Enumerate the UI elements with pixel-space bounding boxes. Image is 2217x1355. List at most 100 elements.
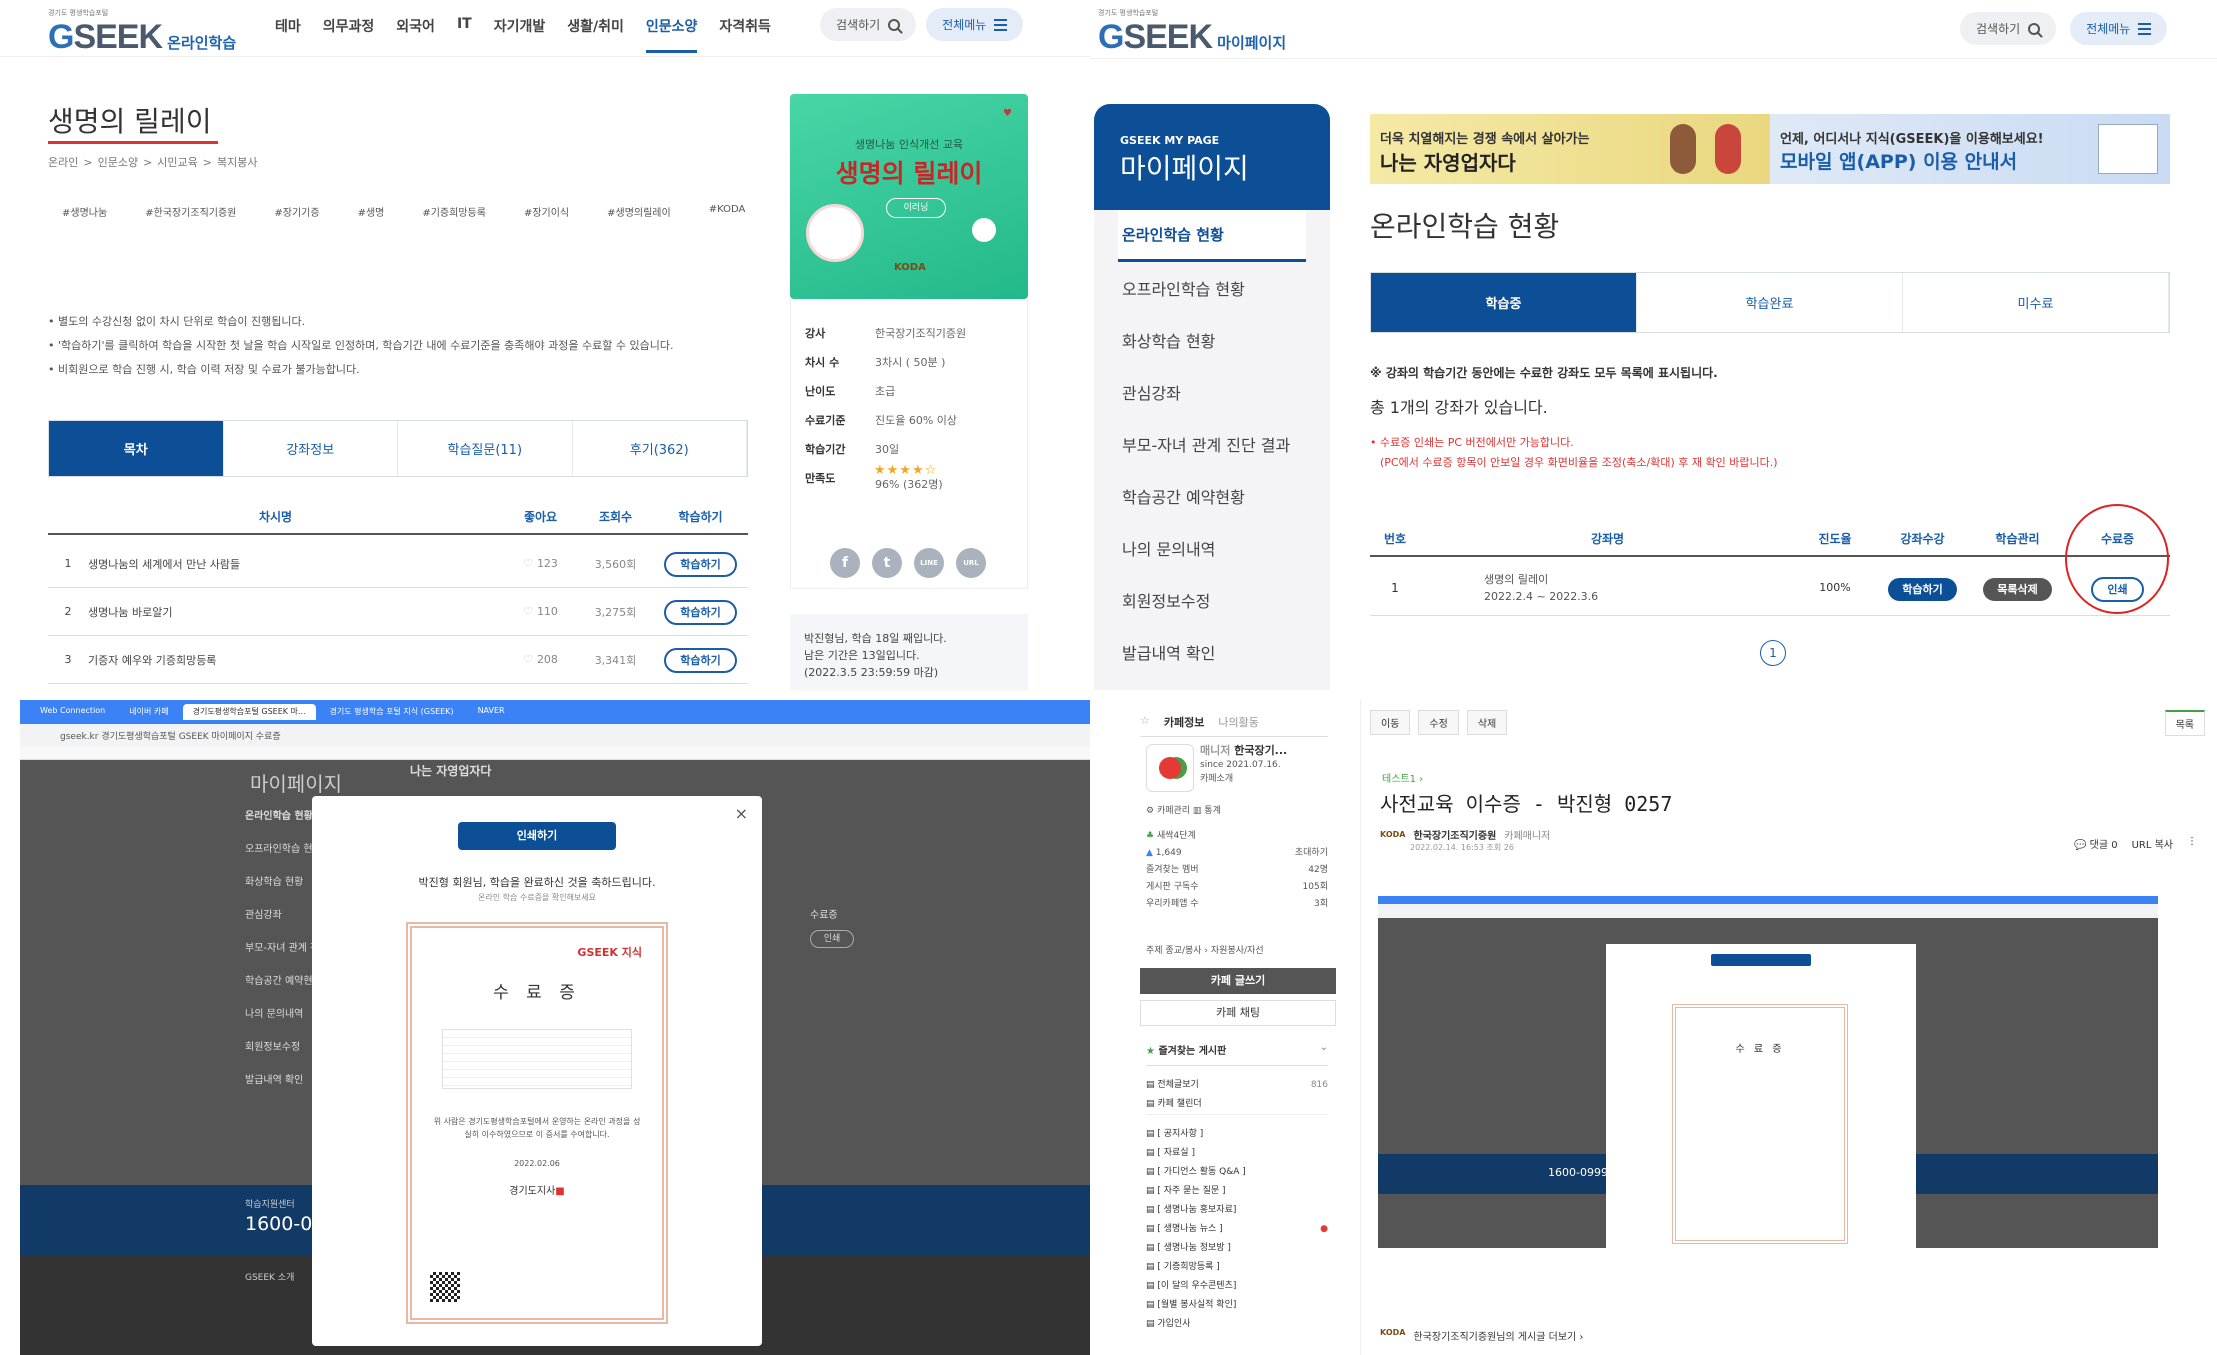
post-action-button[interactable]: 이동 — [1370, 710, 1411, 735]
print-button[interactable]: 인쇄하기 — [458, 822, 616, 850]
logo[interactable]: 경기도 평생학습포털 GSEEK 온라인학습 — [48, 8, 236, 57]
board-menu-item[interactable]: ▤ 전체글보기 816 — [1146, 1076, 1328, 1095]
logo[interactable]: 경기도 평생학습포털 GSEEK 마이페이지 — [1098, 8, 1286, 57]
side-menu-item[interactable]: 나의 문의내역 — [1094, 522, 1330, 574]
lesson-name[interactable]: 생명나눔 바로알기 — [88, 604, 503, 620]
cafe-chat-button[interactable]: 카페 채팅 — [1140, 1000, 1336, 1026]
side-menu-item[interactable]: 발급내역 확인 — [1094, 626, 1330, 678]
board-menu-item[interactable]: ▤ [월별 봉사실적 확인] — [1146, 1296, 1328, 1315]
cafe-intro-link[interactable]: 카페소개 — [1200, 772, 1287, 786]
nav-item[interactable]: 외국어 — [396, 16, 435, 53]
browser-tab[interactable]: Web Connection — [30, 704, 115, 720]
course-tab[interactable]: 강좌정보 — [224, 421, 398, 476]
all-menu-button[interactable]: 전체메뉴 — [926, 8, 1024, 41]
attached-screenshot[interactable]: 1600-0999 수 료 증 — [1378, 896, 2158, 1256]
row-course-name[interactable]: 생명의 릴레이 — [1484, 571, 1795, 588]
board-menu-item[interactable]: ▤ 가입인사 — [1146, 1315, 1328, 1334]
browser-tab[interactable]: NAVER — [468, 704, 515, 720]
lesson-likes[interactable]: ♡ 123 — [503, 557, 578, 570]
board-menu-item[interactable]: ▤ [ 공지사항 ] — [1146, 1125, 1328, 1144]
twitter-icon[interactable]: t — [872, 548, 902, 578]
browser-tab[interactable]: 네이버 카페 — [119, 704, 178, 720]
hashtag[interactable]: #기증희망등록 — [422, 204, 486, 219]
url-copy-link[interactable]: URL 복사 — [2132, 836, 2173, 851]
remove-from-list-button[interactable]: 목록삭제 — [1983, 578, 2052, 601]
side-menu-item[interactable]: 회원정보수정 — [1094, 574, 1330, 626]
cafe-manage-link[interactable]: 카페관리 — [1157, 806, 1190, 816]
nav-item[interactable]: 인문소양 — [645, 16, 698, 53]
lesson-name[interactable]: 기증자 예우와 기증희망등록 — [88, 652, 503, 668]
hashtag[interactable]: #생명나눔 — [62, 204, 107, 219]
course-tab[interactable]: 후기(362) — [573, 421, 747, 476]
lesson-name[interactable]: 생명나눔의 세계에서 만난 사람들 — [88, 556, 503, 572]
star-icon[interactable]: ☆ — [1140, 714, 1150, 730]
breadcrumb-item[interactable]: 복지봉사 — [217, 156, 257, 169]
side-menu-item[interactable]: 오프라인학습 현황 — [1094, 262, 1330, 314]
breadcrumb-item[interactable]: 온라인 — [48, 156, 78, 169]
study-button[interactable]: 학습하기 — [664, 551, 737, 577]
hashtag[interactable]: #한국장기조직기증원 — [145, 204, 236, 219]
nav-item[interactable]: 테마 — [275, 16, 301, 53]
study-button[interactable]: 학습하기 — [1888, 578, 1957, 601]
tab-my-activity[interactable]: 나의활동 — [1218, 714, 1258, 730]
post-action-button[interactable]: 수정 — [1418, 710, 1459, 735]
nav-item[interactable]: 자격취득 — [719, 16, 771, 53]
nav-item[interactable]: 자기개발 — [494, 16, 546, 53]
side-menu-item[interactable]: 화상학습 현황 — [1094, 314, 1330, 366]
hashtag[interactable]: #생명의릴레이 — [607, 204, 671, 219]
side-menu-item[interactable]: 부모-자녀 관계 진단 결과 — [1094, 418, 1330, 470]
side-menu-item[interactable]: 학습공간 예약현황 — [1094, 470, 1330, 522]
favorite-boards-header[interactable]: ★ 즐겨찾는 게시판 ⌄ — [1146, 1042, 1328, 1066]
comment-count[interactable]: 💬 댓글 0 — [2074, 836, 2118, 851]
all-menu-button[interactable]: 전체메뉴 — [2070, 12, 2168, 45]
list-button[interactable]: 목록 — [2164, 710, 2205, 736]
author-more-posts[interactable]: KODA 한국장기조직기증원님의 게시글 더보기 › — [1380, 1328, 1583, 1343]
banner-mobile-app[interactable]: 언제, 어디서나 지식(GSEEK)을 이용해보세요! 모바일 앱(APP) 이… — [1770, 114, 2170, 184]
board-menu-item[interactable]: ▤ [ 자료실 ] — [1146, 1144, 1328, 1163]
board-menu-item[interactable]: ▤ [ 생명나눔 정보방 ] — [1146, 1239, 1328, 1258]
board-menu-item[interactable]: ▤ [ 생명나눔 뉴스 ] ● — [1146, 1220, 1328, 1239]
nav-item[interactable]: 의무과정 — [323, 16, 375, 53]
line-icon[interactable]: LINE — [914, 548, 944, 578]
author-avatar[interactable]: KODA — [1380, 830, 1405, 839]
board-menu-item[interactable]: ▤ [ 자주 묻는 질문 ] — [1146, 1182, 1328, 1201]
search-button[interactable]: 검색하기 — [1960, 12, 2057, 45]
hashtag[interactable]: #장기기증 — [274, 204, 319, 219]
board-menu-item[interactable]: ▤ [ 생명나눔 홍보자료] — [1146, 1201, 1328, 1220]
breadcrumb-item[interactable]: 인문소양 — [98, 156, 138, 169]
url-icon[interactable]: URL — [956, 548, 986, 578]
browser-tab[interactable]: 경기도 평생학습 포털 지식 (GSEEK) — [320, 704, 464, 720]
side-menu-item[interactable]: 관심강좌 — [1094, 366, 1330, 418]
course-tab[interactable]: 목차 — [49, 421, 224, 476]
board-menu-item[interactable]: ▤ 카페 챌린더 — [1146, 1095, 1328, 1115]
address-bar[interactable]: gseek.kr 경기도평생학습포털 GSEEK 마이페이지 수료증 — [20, 724, 1090, 746]
browser-tab[interactable]: 경기도평생학습포털 GSEEK 마... — [182, 704, 316, 720]
board-menu-item[interactable]: ▤ [ 기증희망등록 ] — [1146, 1258, 1328, 1277]
status-tab[interactable]: 미수료 — [1903, 273, 2169, 332]
close-icon[interactable]: × — [735, 804, 748, 823]
board-menu-item[interactable]: ▤ [이 달의 우수콘텐츠] — [1146, 1277, 1328, 1296]
status-tab[interactable]: 학습완료 — [1637, 273, 1903, 332]
hashtag[interactable]: #장기이식 — [524, 204, 569, 219]
hashtag[interactable]: #생명 — [358, 204, 385, 219]
tab-cafe-info[interactable]: 카페정보 — [1164, 714, 1204, 730]
facebook-icon[interactable]: f — [830, 548, 860, 578]
invite-link[interactable]: 초대하기 — [1295, 845, 1328, 862]
board-menu-item[interactable]: ▤ [ 가디언스 활동 Q&A ] — [1146, 1163, 1328, 1182]
hashtag[interactable]: #KODA — [709, 204, 746, 219]
breadcrumb-item[interactable]: 시민교육 — [157, 156, 197, 169]
lesson-likes[interactable]: ♡ 110 — [503, 605, 578, 618]
study-button[interactable]: 학습하기 — [664, 599, 737, 625]
banner-self-employed[interactable]: 더욱 치열해지는 경쟁 속에서 살아가는 나는 자영업자다 — [1370, 114, 1770, 184]
cafe-write-button[interactable]: 카페 글쓰기 — [1140, 968, 1336, 994]
pagination-page[interactable]: 1 — [1760, 640, 1786, 666]
nav-item[interactable]: IT — [457, 16, 472, 53]
study-button[interactable]: 학습하기 — [664, 647, 737, 673]
nav-item[interactable]: 생활/취미 — [567, 16, 624, 53]
search-button[interactable]: 검색하기 — [820, 8, 917, 41]
lesson-likes[interactable]: ♡ 208 — [503, 653, 578, 666]
author-name[interactable]: 한국장기조직기증원 — [1413, 827, 1496, 842]
status-tab[interactable]: 학습중 — [1371, 273, 1637, 332]
board-link[interactable]: 테스트1 › — [1382, 770, 1423, 785]
course-tab[interactable]: 학습질문(11) — [398, 421, 573, 476]
